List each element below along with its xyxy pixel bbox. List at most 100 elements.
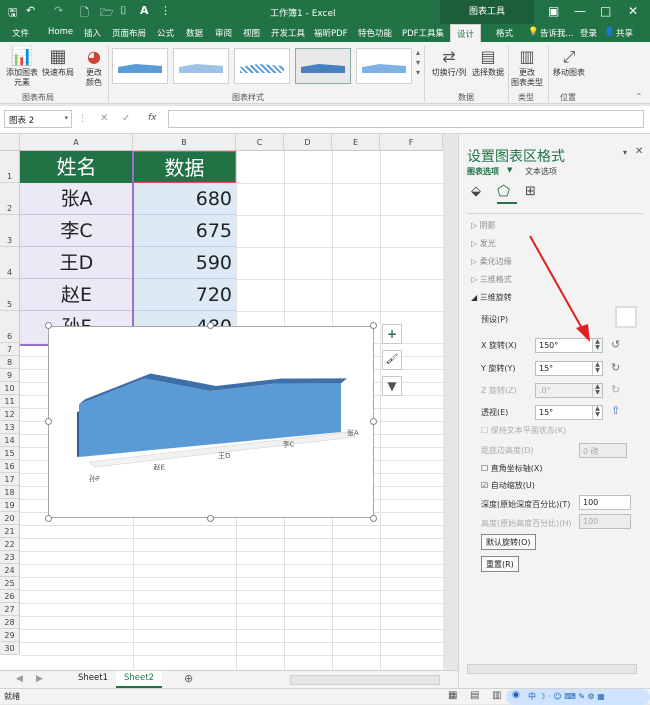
resize-handle[interactable] (370, 515, 377, 522)
spin-arrows-icon[interactable]: ▲ ▼ (592, 362, 602, 375)
row-header[interactable]: 23 (0, 551, 20, 564)
prev-sheet-icon[interactable]: ◀ (16, 674, 23, 684)
resize-handle[interactable] (207, 515, 214, 522)
row-header[interactable]: 18 (0, 486, 20, 499)
keep-text-flat-checkbox[interactable]: ☐ 保持文本平面状态(K) (481, 425, 566, 436)
resize-handle[interactable] (45, 322, 52, 329)
page-layout-view-icon[interactable]: ▤ (470, 690, 479, 701)
customize-qat-icon[interactable]: ⋮ (160, 4, 171, 17)
tab-format[interactable]: 格式 (496, 27, 513, 39)
tab-formulas[interactable]: 公式 (157, 27, 174, 39)
row-header[interactable]: 19 (0, 499, 20, 512)
quick-layout-button[interactable]: ▦ 快速布局 (40, 46, 76, 78)
move-chart-button[interactable]: ⤢ 移动图表 (550, 46, 588, 78)
resize-handle[interactable] (207, 322, 214, 329)
row-header[interactable]: 16 (0, 460, 20, 473)
row-header[interactable]: 20 (0, 512, 20, 525)
row-header[interactable]: 4 (0, 247, 20, 279)
chart-style-2[interactable] (173, 48, 229, 84)
column-header-c[interactable]: C (236, 134, 284, 151)
column-header-a[interactable]: A (20, 134, 133, 151)
value-cell[interactable]: 720 (133, 279, 236, 311)
row-header[interactable]: 9 (0, 369, 20, 382)
tab-review[interactable]: 审阅 (215, 27, 232, 39)
chart-style-3[interactable] (234, 48, 290, 84)
resize-handle[interactable] (45, 418, 52, 425)
row-header[interactable]: 13 (0, 421, 20, 434)
tab-data[interactable]: 数据 (186, 27, 203, 39)
chart-filter-icon[interactable]: ▼ (382, 376, 402, 396)
chart-style-5[interactable] (356, 48, 412, 84)
change-colors-button[interactable]: ◕ 更改 颜色 (82, 46, 106, 88)
collapse-ribbon-icon[interactable]: ⌃ (634, 92, 644, 102)
header-cell-name[interactable]: 姓名 (20, 151, 133, 183)
ribbon-display-icon[interactable]: ▣ (548, 4, 559, 18)
confirm-formula-icon[interactable]: ✓ (122, 113, 130, 124)
change-chart-type-button[interactable]: ▥ 更改 图表类型 (510, 46, 544, 88)
section-3d-rotation[interactable]: ◢ 三维旋转 (471, 292, 512, 303)
default-rotation-button[interactable]: 默认旋转(O) (481, 534, 536, 550)
header-cell-data[interactable]: 数据 (133, 151, 236, 183)
column-header-d[interactable]: D (284, 134, 332, 151)
row-header[interactable]: 8 (0, 356, 20, 369)
name-cell[interactable]: 张A (20, 183, 133, 215)
share-button[interactable]: 共享 (616, 27, 633, 39)
page-break-view-icon[interactable]: ▥ (492, 690, 501, 701)
rotate-up-icon[interactable]: ↻ (611, 361, 620, 374)
column-header-f[interactable]: F (380, 134, 443, 151)
chart-options-dropdown-icon[interactable]: ▼ (507, 166, 512, 174)
normal-view-icon[interactable]: ▦ (448, 690, 457, 701)
name-box-dropdown-icon[interactable]: ▾ (64, 114, 68, 122)
pane-options-dropdown-icon[interactable]: ▾ (623, 148, 627, 157)
chart-styles-brush-icon[interactable]: 🖌 (382, 350, 402, 370)
tab-design[interactable]: 设计 (450, 24, 482, 42)
section-shadow[interactable]: ▷ 阴影 (471, 220, 496, 231)
horizontal-scrollbar[interactable] (290, 675, 440, 685)
resize-handle[interactable] (370, 418, 377, 425)
row-header[interactable]: 14 (0, 434, 20, 447)
value-cell[interactable]: 675 (133, 215, 236, 247)
chart-elements-button[interactable]: + (382, 324, 402, 344)
add-chart-element-button[interactable]: 📊 添加图表 元素 (2, 46, 42, 88)
value-cell[interactable]: 590 (133, 247, 236, 279)
spin-arrows-icon[interactable]: ▲ ▼ (592, 384, 602, 397)
name-cell[interactable]: 王D (20, 247, 133, 279)
ime-toolbar[interactable]: ◉ 中 ☽ · ☺ ⌨ ✎ ⚙ ▦ (506, 689, 650, 705)
select-all-corner[interactable] (0, 134, 20, 151)
switch-row-column-button[interactable]: ⇄ 切换行/列 (428, 46, 470, 78)
restore-button[interactable]: □ (600, 4, 611, 18)
y-rotation-input[interactable]: 15° ▲ ▼ (535, 361, 603, 376)
open-icon[interactable]: 🗁 (100, 4, 114, 23)
next-sheet-icon[interactable]: ▶ (36, 674, 43, 684)
column-header-e[interactable]: E (332, 134, 380, 151)
depth-input[interactable]: 100 (579, 495, 631, 510)
section-glow[interactable]: ▷ 发光 (471, 238, 496, 249)
value-cell[interactable]: 680 (133, 183, 236, 215)
sheet-tab-sheet2[interactable]: Sheet2 (116, 671, 162, 688)
preset-dropdown[interactable] (615, 306, 637, 328)
row-header[interactable]: 30 (0, 642, 20, 655)
row-header[interactable]: 17 (0, 473, 20, 486)
row-header[interactable]: 24 (0, 564, 20, 577)
styles-more-icon[interactable]: ▴ ▾ ▾ (414, 48, 422, 78)
reset-button[interactable]: 重置(R) (481, 556, 519, 572)
row-header[interactable]: 2 (0, 183, 20, 215)
row-header[interactable]: 26 (0, 590, 20, 603)
tell-me-input[interactable]: 告诉我... (540, 27, 574, 39)
row-header[interactable]: 7 (0, 343, 20, 356)
tab-page-layout[interactable]: 页面布局 (112, 27, 146, 39)
height-input[interactable]: 100 (579, 514, 631, 529)
column-header-b[interactable]: B (133, 134, 236, 151)
pane-scrollbar[interactable] (467, 664, 637, 674)
row-header[interactable]: 5 (0, 279, 20, 311)
undo-icon[interactable]: ↶ (26, 4, 35, 17)
new-file-icon[interactable]: 🗋 (80, 4, 89, 23)
row-header[interactable]: 29 (0, 629, 20, 642)
perspective-input[interactable]: 15° ▲ ▼ (535, 405, 603, 420)
camera-icon[interactable]: ⌷ (120, 4, 127, 18)
sheet-tab-sheet1[interactable]: Sheet1 (70, 671, 116, 688)
effects-pentagon-icon[interactable]: ⬠ (497, 182, 510, 200)
row-header[interactable]: 27 (0, 603, 20, 616)
z-rotation-input[interactable]: .0° ▲ ▼ (535, 383, 603, 398)
resize-handle[interactable] (45, 515, 52, 522)
